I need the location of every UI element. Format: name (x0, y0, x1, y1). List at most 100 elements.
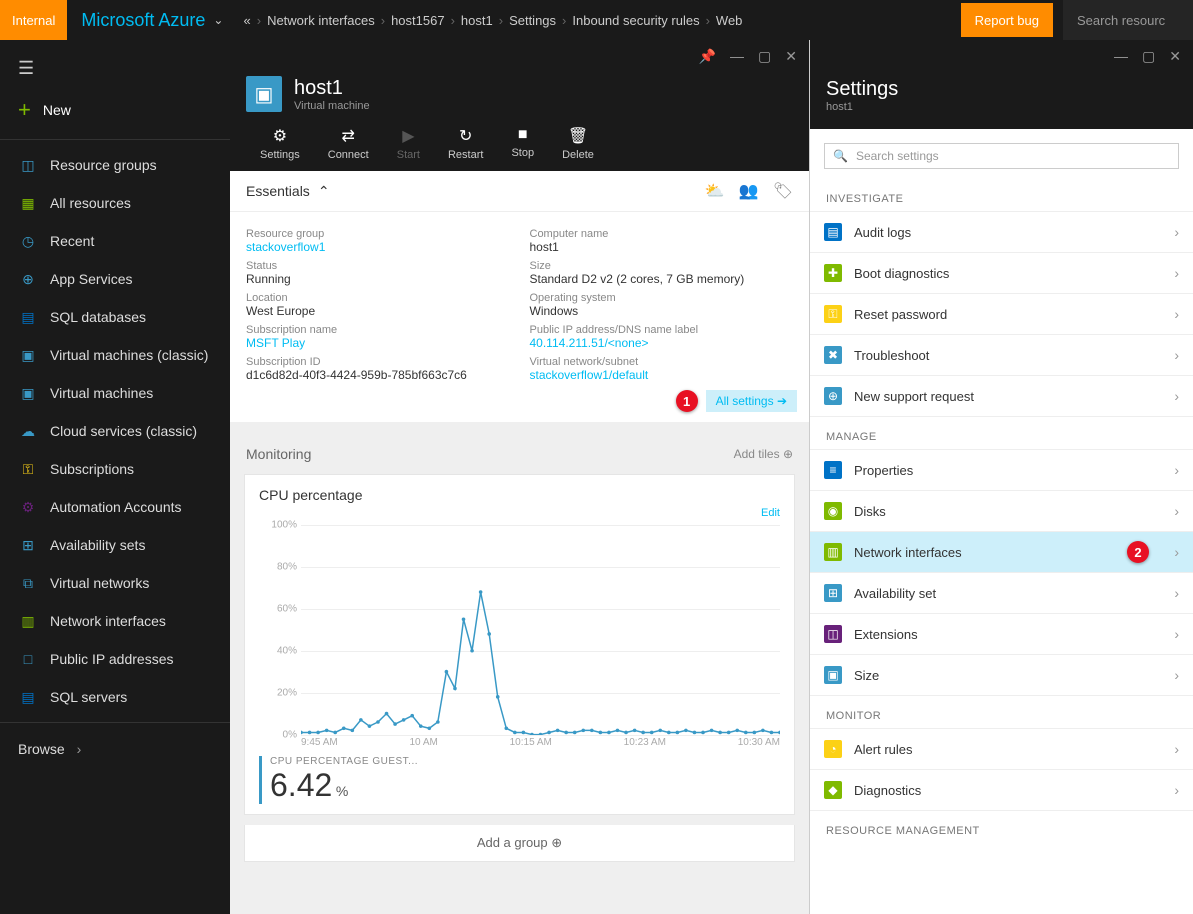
settings-item[interactable]: ▤Audit logs› (810, 212, 1193, 253)
essentials-value[interactable]: MSFT Play (246, 336, 510, 350)
settings-item[interactable]: ✚Boot diagnostics› (810, 253, 1193, 294)
restore-icon[interactable]: ▢ (758, 48, 771, 65)
breadcrumb-item[interactable]: Network interfaces (267, 13, 375, 28)
breadcrumb-item[interactable]: Settings (509, 13, 556, 28)
toolbar-button-stop[interactable]: ■Stop (497, 126, 548, 161)
toolbar-button-connect[interactable]: ⇄Connect (314, 126, 383, 161)
plus-circle-icon: ⊕ (551, 835, 562, 850)
sidebar-item-icon: ⚿ (18, 459, 38, 479)
sidebar-item[interactable]: ⊞Availability sets (0, 526, 230, 564)
breadcrumb-item[interactable]: host1567 (391, 13, 445, 28)
browse-link[interactable]: Browse › (0, 729, 230, 769)
sidebar: ☰ + New ◫Resource groups▦All resources◷R… (0, 40, 230, 914)
close-icon[interactable]: ✕ (785, 48, 797, 65)
y-tick: 80% (259, 562, 297, 573)
settings-item[interactable]: ◆Diagnostics› (810, 770, 1193, 811)
toolbar-button-restart[interactable]: ↻Restart (434, 126, 497, 161)
cpu-chart-tile[interactable]: CPU percentage Edit 0%20%40%60%80%100% 9… (244, 474, 795, 815)
sidebar-item[interactable]: ◫Resource groups (0, 146, 230, 184)
settings-item-icon: ▥ (824, 543, 842, 561)
sidebar-item-icon: ⧉ (18, 573, 38, 593)
current-value-label: CPU PERCENTAGE GUEST... (270, 756, 418, 767)
settings-item[interactable]: ▥Network interfaces2› (810, 532, 1193, 573)
hamburger-icon[interactable]: ☰ (0, 50, 230, 87)
sidebar-item[interactable]: ☁Cloud services (classic) (0, 412, 230, 450)
chevron-right-icon: › (1174, 388, 1179, 404)
breadcrumb-item[interactable]: Inbound security rules (572, 13, 699, 28)
sidebar-item[interactable]: ▥Network interfaces (0, 602, 230, 640)
toolbar-button-delete[interactable]: 🗑Delete (548, 126, 608, 161)
brand[interactable]: Microsoft Azure ⌄ (67, 10, 237, 31)
settings-item-label: Reset password (854, 307, 947, 322)
sidebar-item[interactable]: □Public IP addresses (0, 640, 230, 678)
pin-icon[interactable]: 📌 (699, 48, 716, 65)
essentials-header[interactable]: Essentials ⌃ ⛅ 👥 🏷 (230, 171, 809, 212)
sidebar-item[interactable]: ⊕App Services (0, 260, 230, 298)
essentials-value[interactable]: stackoverflow1/default (530, 368, 794, 382)
essentials-value[interactable]: 40.114.211.51/<none> (530, 336, 794, 350)
sidebar-item-icon: ▦ (18, 193, 38, 213)
sidebar-item[interactable]: ▦All resources (0, 184, 230, 222)
essentials-value: d1c6d82d-40f3-4424-959b-785bf663c7c6 (246, 368, 510, 382)
essentials-value[interactable]: stackoverflow1 (246, 240, 510, 254)
sidebar-item[interactable]: ◷Recent (0, 222, 230, 260)
all-settings-link[interactable]: All settings ➔ (706, 390, 797, 412)
chevron-right-icon: › (381, 13, 385, 28)
settings-item[interactable]: ◫Extensions› (810, 614, 1193, 655)
settings-item-icon: ⊕ (824, 387, 842, 405)
sidebar-item-icon: ▤ (18, 307, 38, 327)
restore-icon[interactable]: ▢ (1142, 48, 1155, 65)
minimize-icon[interactable]: — (1114, 48, 1128, 65)
users-icon[interactable]: 👥 (739, 181, 759, 201)
search-resources-input[interactable]: Search resourc (1063, 0, 1193, 40)
settings-item-icon: ◔ (824, 740, 842, 758)
sidebar-item[interactable]: ⚙Automation Accounts (0, 488, 230, 526)
breadcrumb-item[interactable]: « (243, 13, 250, 28)
settings-item[interactable]: ⊕New support request› (810, 376, 1193, 417)
sidebar-item-label: Virtual machines (50, 385, 153, 401)
y-tick: 100% (259, 520, 297, 531)
new-button[interactable]: + New (0, 87, 230, 133)
sidebar-item[interactable]: ⧉Virtual networks (0, 564, 230, 602)
section-header: MONITOR (810, 696, 1193, 728)
breadcrumb-item[interactable]: host1 (461, 13, 493, 28)
breadcrumb-item[interactable]: Web (716, 13, 743, 28)
settings-subtitle: host1 (826, 101, 1177, 113)
chevron-down-icon: ⌄ (213, 13, 223, 27)
new-label: New (43, 102, 71, 118)
add-group-button[interactable]: Add a group ⊕ (244, 825, 795, 862)
essentials-label: Computer name (530, 228, 794, 240)
chevron-right-icon: › (1174, 544, 1179, 560)
chart-edit-link[interactable]: Edit (259, 507, 780, 519)
tag-icon[interactable]: 🏷 (773, 181, 793, 201)
sidebar-item[interactable]: ▤SQL servers (0, 678, 230, 716)
settings-item[interactable]: ⊞Availability set› (810, 573, 1193, 614)
sidebar-item-label: App Services (50, 271, 132, 287)
toolbar-button-settings[interactable]: ⚙Settings (246, 126, 314, 161)
add-tiles-button[interactable]: Add tiles ⊕ (734, 447, 793, 461)
settings-item[interactable]: ✖Troubleshoot› (810, 335, 1193, 376)
settings-item-icon: ◆ (824, 781, 842, 799)
settings-item[interactable]: ◔Alert rules› (810, 729, 1193, 770)
callout-1: 1 (676, 390, 698, 412)
settings-item[interactable]: ≡Properties› (810, 450, 1193, 491)
settings-icon: ⚙ (273, 126, 287, 146)
settings-item[interactable]: ◉Disks› (810, 491, 1193, 532)
sidebar-item[interactable]: ▣Virtual machines (classic) (0, 336, 230, 374)
sidebar-item[interactable]: ▤SQL databases (0, 298, 230, 336)
brand-label: Microsoft Azure (81, 10, 205, 31)
start-icon: ▶ (402, 126, 414, 146)
sidebar-item-icon: ☁ (18, 421, 38, 441)
sidebar-item[interactable]: ⚿Subscriptions (0, 450, 230, 488)
settings-item-label: Properties (854, 463, 913, 478)
cloud-icon[interactable]: ⛅ (705, 181, 725, 201)
settings-item[interactable]: ▣Size› (810, 655, 1193, 696)
settings-item-icon: ▤ (824, 223, 842, 241)
sidebar-item[interactable]: ▣Virtual machines (0, 374, 230, 412)
settings-item[interactable]: ⚿Reset password› (810, 294, 1193, 335)
report-bug-button[interactable]: Report bug (961, 3, 1053, 37)
search-settings-input[interactable]: 🔍 Search settings (824, 143, 1179, 169)
sidebar-item-label: Recent (50, 233, 94, 249)
minimize-icon[interactable]: — (730, 48, 744, 65)
close-icon[interactable]: ✕ (1169, 48, 1181, 65)
